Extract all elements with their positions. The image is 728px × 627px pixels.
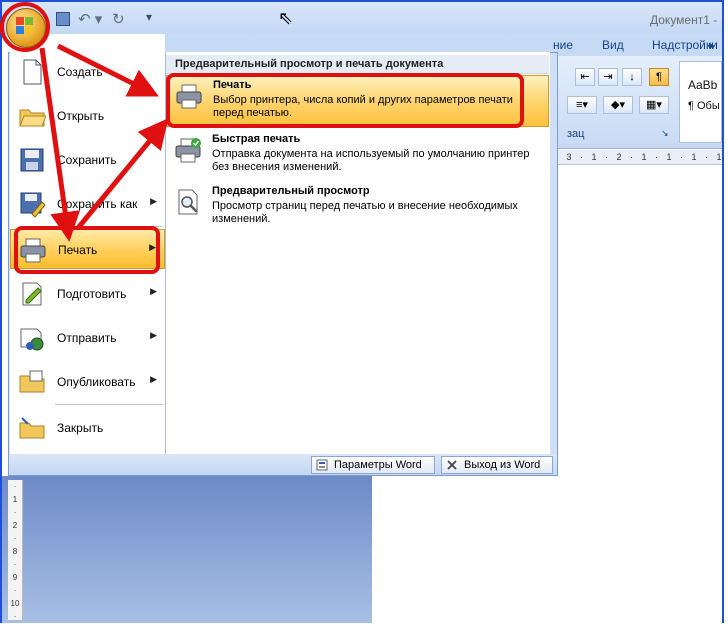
sort-icon[interactable]: ↓ (622, 68, 642, 86)
indent-icon[interactable]: ⇥ (598, 68, 618, 86)
ribbon-help-icon[interactable]: ▸ (709, 38, 715, 52)
option-description: Просмотр страниц перед печатью и внесени… (212, 200, 518, 225)
quick-save-icon[interactable] (56, 12, 70, 26)
menu-item-open[interactable]: Открыть (10, 96, 165, 136)
submenu-arrow-icon: ▶ (150, 286, 157, 296)
styles-gallery[interactable]: AaBb ¶ Обы (679, 61, 722, 143)
option-title: Предварительный просмотр (212, 185, 370, 197)
exit-word-label: Выход из Word (464, 459, 541, 471)
document-title: Документ1 - (650, 13, 718, 27)
undo-icon[interactable]: ↶ ▾ (78, 10, 102, 28)
outdent-icon[interactable]: ⇤ (575, 68, 595, 86)
menu-item-close[interactable]: Закрыть (10, 408, 165, 448)
borders-icon[interactable]: ▦▾ (639, 96, 669, 114)
print-preview-icon (178, 189, 198, 215)
save-as-icon (20, 192, 46, 218)
style-preview-title: AaBb (688, 78, 718, 92)
menu-item-publish[interactable]: Опубликовать ▶ (10, 362, 165, 402)
close-folder-icon (19, 417, 45, 439)
tab-view[interactable]: Вид (602, 38, 624, 52)
open-folder-icon (19, 109, 46, 127)
menu-item-label: Создать (57, 65, 103, 79)
new-document-icon (23, 59, 42, 85)
tab-review[interactable]: ние (553, 38, 573, 52)
menu-item-prepare[interactable]: Подготовить ▶ (10, 274, 165, 314)
vertical-ruler: · 1 · 2 · 8 · 9 · 10 · (8, 480, 23, 620)
annotation-box-print-option (166, 73, 524, 128)
prepare-icon (22, 282, 42, 306)
submenu-arrow-icon: ▶ (150, 330, 157, 340)
save-disk-icon (20, 148, 44, 172)
word-options-label: Параметры Word (334, 459, 422, 471)
style-preview-normal: ¶ Обы (688, 100, 720, 112)
menu-item-save-as[interactable]: Сохранить как ▶ (10, 184, 165, 224)
option-description: Отправка документа на используемый по ум… (212, 148, 530, 173)
submenu-header: Предварительный просмотр и печать докуме… (175, 58, 444, 70)
submenu-arrow-icon: ▶ (150, 196, 157, 206)
options-icon (316, 459, 328, 471)
redo-icon[interactable]: ↻ (112, 10, 125, 28)
title-bar (2, 2, 722, 34)
send-icon (20, 328, 44, 351)
annotation-box-print-item (14, 226, 160, 274)
menu-divider (55, 404, 163, 405)
horizontal-ruler: · 3 · 1 · 2 · 1 · 1 · 1 · 1 · 2 · (555, 150, 722, 165)
menu-item-new[interactable]: Создать (10, 52, 165, 92)
menu-item-label: Подготовить (57, 287, 127, 301)
annotation-circle-office-button (0, 2, 50, 52)
menu-item-label: Открыть (57, 109, 105, 123)
document-workspace (2, 476, 372, 623)
menu-item-label: Сохранить как (57, 197, 138, 211)
submenu-option-print-preview[interactable]: Предварительный просмотр Просмотр страни… (166, 182, 549, 232)
menu-item-label: Закрыть (57, 421, 104, 435)
group-launcher-icon[interactable]: ↘ (661, 128, 669, 139)
close-icon (447, 460, 457, 470)
quick-print-icon (175, 138, 201, 163)
line-spacing-icon[interactable]: ≡▾ (567, 96, 597, 114)
exit-word-button[interactable]: Выход из Word (441, 456, 553, 474)
paragraph-group-label: зац (567, 128, 585, 140)
shading-icon[interactable]: ◆▾ (603, 96, 633, 114)
menu-item-send[interactable]: Отправить ▶ (10, 318, 165, 358)
customize-qat-icon[interactable]: ▾ (146, 10, 152, 24)
submenu-arrow-icon: ▶ (150, 374, 157, 384)
menu-item-label: Опубликовать (57, 375, 136, 389)
option-title: Быстрая печать (212, 133, 301, 145)
word-options-button[interactable]: Параметры Word (311, 456, 435, 474)
mouse-cursor-icon: ⇖ (278, 8, 294, 28)
submenu-option-quick-print[interactable]: Быстрая печать Отправка документа на исп… (166, 130, 549, 180)
menu-item-label: Отправить (57, 331, 117, 345)
publish-icon (19, 370, 45, 393)
show-paragraph-marks-icon[interactable]: ¶ (649, 68, 669, 86)
menu-item-label: Сохранить (57, 153, 117, 167)
tab-addins[interactable]: Надстройки (652, 38, 718, 52)
menu-item-save[interactable]: Сохранить (10, 140, 165, 180)
